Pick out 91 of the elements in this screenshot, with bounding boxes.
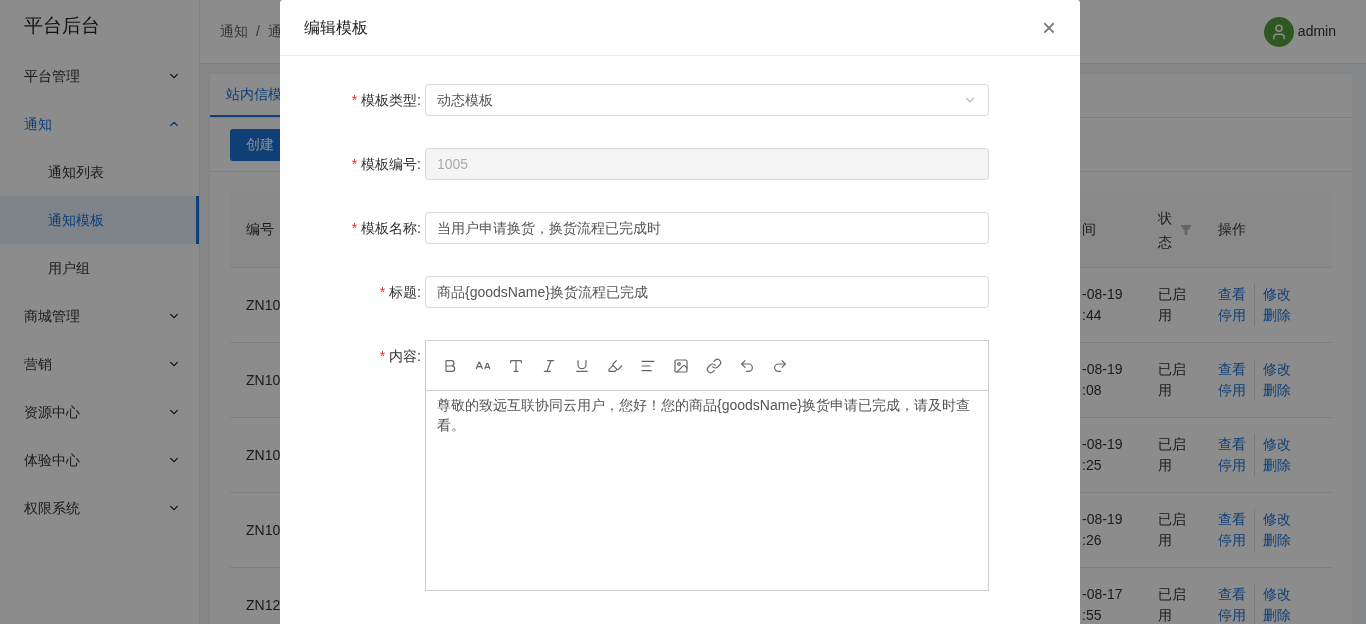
action-link[interactable]: 修改 xyxy=(1263,509,1291,530)
action-link[interactable]: 删除 xyxy=(1263,530,1291,551)
italic-icon[interactable] xyxy=(541,357,557,374)
table-cell-text: 用 xyxy=(1158,456,1172,475)
action-link[interactable]: 查看 xyxy=(1218,584,1255,605)
sidebar-item[interactable]: 体验中心 xyxy=(0,436,199,484)
input-field[interactable]: 当用户申请换货，换货流程已完成时 xyxy=(425,212,989,244)
action-link[interactable]: 查看 xyxy=(1218,284,1255,305)
table-cell-text: 已启 xyxy=(1158,510,1186,529)
table-cell-text: 用 xyxy=(1158,381,1172,400)
table-cell-text: 已启 xyxy=(1158,360,1186,379)
field-label: 模板名称: xyxy=(361,218,421,238)
action-link[interactable]: 停用 xyxy=(1218,530,1255,551)
action-link[interactable]: 停用 xyxy=(1218,305,1255,326)
sidebar-item[interactable]: 营销 xyxy=(0,340,199,388)
user-name[interactable]: admin xyxy=(1297,21,1336,42)
action-link[interactable]: 停用 xyxy=(1218,455,1255,476)
sidebar-subitem[interactable]: 用户组 xyxy=(0,244,199,292)
app-title: 平台后台 xyxy=(23,13,101,38)
action-link[interactable]: 查看 xyxy=(1218,359,1255,380)
action-link[interactable]: 修改 xyxy=(1263,284,1291,305)
underline-icon[interactable] xyxy=(574,357,590,374)
sidebar-item[interactable]: 权限系统 xyxy=(0,484,199,532)
breadcrumb-item[interactable]: 通知 xyxy=(220,21,248,42)
action-link[interactable]: 修改 xyxy=(1263,359,1291,380)
table-cell-text: ZN10 xyxy=(245,295,282,315)
modal-title: 编辑模板 xyxy=(304,17,368,38)
table-cell-text: :44 xyxy=(1082,306,1102,325)
image-icon[interactable] xyxy=(673,357,689,374)
table-cell-text: -08-19 xyxy=(1082,510,1123,529)
table-cell-text: ZN12 xyxy=(245,595,282,615)
table-cell-text: 已启 xyxy=(1158,585,1186,604)
table-cell-text: ZN10 xyxy=(245,370,282,390)
table-cell-text: :25 xyxy=(1082,456,1102,475)
sidebar-item[interactable]: 资源中心 xyxy=(0,388,199,436)
table-cell-text: 用 xyxy=(1158,606,1172,624)
action-link[interactable]: 删除 xyxy=(1263,605,1291,624)
action-link[interactable]: 删除 xyxy=(1263,305,1291,326)
required-mark: * xyxy=(351,218,358,238)
required-mark: * xyxy=(379,282,386,302)
action-link[interactable]: 查看 xyxy=(1218,509,1255,530)
sidebar-subitem[interactable]: 通知列表 xyxy=(0,148,199,196)
breadcrumb-separator: / xyxy=(256,22,260,41)
column-header: 状态 xyxy=(1158,208,1173,252)
sidebar-subitem[interactable]: 通知模板 xyxy=(0,196,199,244)
editor-text: 尊敬的致远互联协同云用户，您好！您的商品{goodsName}换货申请已完成，请及时查看。 xyxy=(436,396,971,435)
table-cell-text: -08-19 xyxy=(1082,360,1123,379)
highlighter-icon[interactable] xyxy=(607,357,623,374)
field-label: 模板类型: xyxy=(361,90,421,110)
action-link[interactable]: 停用 xyxy=(1218,380,1255,401)
field-label: 标题: xyxy=(389,282,421,302)
field-label: 内容: xyxy=(389,346,421,366)
required-mark: * xyxy=(379,346,386,366)
table-cell-text: -08-19 xyxy=(1082,435,1123,454)
table-cell-text: 用 xyxy=(1158,531,1172,550)
avatar[interactable] xyxy=(1263,16,1294,47)
sidebar-item[interactable]: 平台管理 xyxy=(0,52,199,100)
table-cell-text: ZN10 xyxy=(245,520,282,540)
font-icon[interactable] xyxy=(508,357,524,374)
action-link[interactable]: 停用 xyxy=(1218,605,1255,624)
action-link[interactable]: 修改 xyxy=(1263,584,1291,605)
table-cell-text: :55 xyxy=(1082,606,1102,624)
field-label: 模板编号: xyxy=(361,154,421,174)
redo-icon[interactable] xyxy=(772,357,788,374)
required-mark: * xyxy=(351,90,358,110)
action-link[interactable]: 删除 xyxy=(1263,455,1291,476)
select-field[interactable]: 动态模板 xyxy=(425,84,989,116)
action-link[interactable]: 查看 xyxy=(1218,434,1255,455)
input-field[interactable]: 商品{goodsName}换货流程已完成 xyxy=(425,276,989,308)
required-mark: * xyxy=(351,154,358,174)
table-cell-text: ZN10 xyxy=(245,445,282,465)
column-header: 操作 xyxy=(1218,220,1246,239)
bold-icon[interactable] xyxy=(442,357,458,374)
table-cell-text: :08 xyxy=(1082,381,1102,400)
table-cell-text: -08-17 xyxy=(1082,585,1123,604)
table-cell-text: :26 xyxy=(1082,531,1102,550)
close-button[interactable]: × xyxy=(1042,15,1056,40)
rich-text-editor[interactable]: 尊敬的致远互联协同云用户，您好！您的商品{goodsName}换货申请已完成，请及时查看。 xyxy=(425,340,989,591)
action-link[interactable]: 修改 xyxy=(1263,434,1291,455)
link-icon[interactable] xyxy=(706,357,722,374)
breadcrumb-item[interactable]: 通 xyxy=(267,21,282,42)
table-cell-text: 用 xyxy=(1158,306,1172,325)
sidebar-item[interactable]: 通知 xyxy=(0,100,199,148)
table-cell-text: 已启 xyxy=(1158,435,1186,454)
undo-icon[interactable] xyxy=(739,357,755,374)
sidebar-item[interactable]: 商城管理 xyxy=(0,292,199,340)
column-header: 编号 xyxy=(245,220,275,239)
table-cell-text: 已启 xyxy=(1158,285,1186,304)
table-cell-text: -08-19 xyxy=(1082,285,1123,304)
column-header: 间 xyxy=(1082,221,1096,237)
action-link[interactable]: 删除 xyxy=(1263,380,1291,401)
